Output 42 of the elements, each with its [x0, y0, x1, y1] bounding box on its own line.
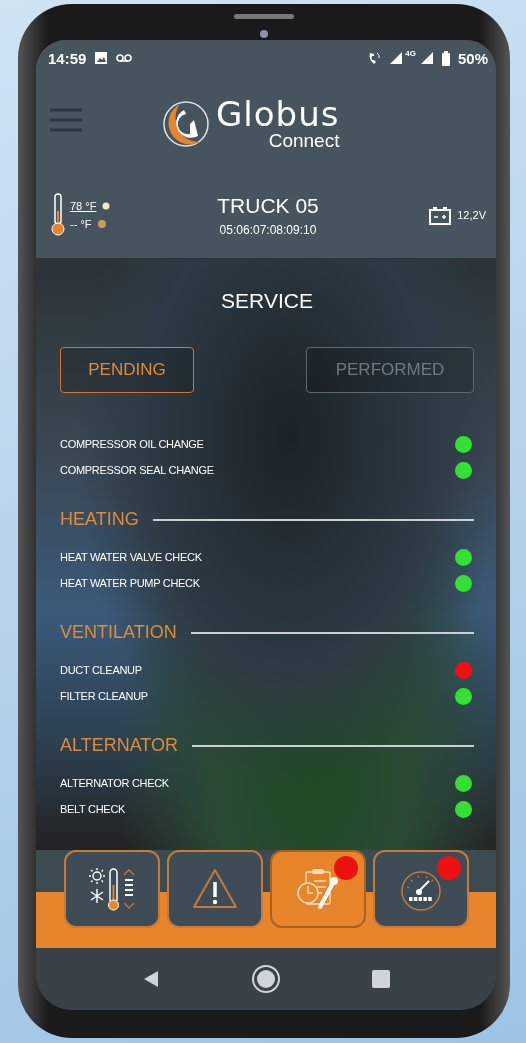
truck-name: TRUCK 05	[217, 193, 319, 218]
section-heading: VENTILATION	[60, 622, 177, 643]
battery-percent: 50%	[457, 49, 488, 67]
warning-icon[interactable]	[190, 867, 239, 911]
tab[interactable]: PENDING	[60, 347, 194, 393]
service-item: DUCT CLEANUP	[60, 664, 142, 676]
phone-call-icon	[367, 51, 382, 65]
service-item: BELT CHECK	[60, 803, 126, 815]
battery-icon	[441, 50, 450, 66]
nav-tab[interactable]	[269, 850, 366, 928]
nav-tab[interactable]	[166, 850, 263, 928]
section-heading: HEATING	[60, 509, 139, 530]
climate-control-icon[interactable]	[87, 867, 136, 911]
recents-button[interactable]	[372, 970, 391, 988]
nav-tab[interactable]	[63, 850, 160, 928]
thermometer-icon	[50, 193, 66, 237]
clock-time: 14:59	[48, 49, 87, 67]
inside-temperature: 78 °F	[70, 200, 97, 212]
battery-voltage: 12,2V	[457, 209, 486, 221]
service-item: FILTER CLEANUP	[60, 690, 148, 702]
service-item: HEAT WATER VALVE CHECK	[60, 551, 202, 563]
voicemail-icon	[116, 53, 133, 63]
signal-icon	[419, 51, 434, 65]
home-button[interactable]	[251, 964, 281, 994]
outside-temperature: -- °F	[70, 218, 92, 230]
camera-icon	[260, 30, 268, 38]
network-type: 4G	[405, 49, 416, 58]
image-icon	[94, 51, 109, 65]
service-item: COMPRESSOR SEAL CHANGE	[60, 464, 214, 476]
tab[interactable]: PERFORMED	[306, 347, 474, 393]
service-item: ALTERNATOR CHECK	[60, 777, 169, 789]
device-id: 05:06:07:08:09:10	[219, 222, 317, 237]
battery-icon	[429, 205, 452, 225]
logo-subtitle: Connect	[268, 131, 340, 151]
service-item: COMPRESSOR OIL CHANGE	[60, 438, 204, 450]
logo-name: Globus	[216, 97, 340, 131]
section-heading: ALTERNATOR	[60, 735, 179, 756]
signal-icon	[389, 51, 404, 65]
service-item: HEAT WATER PUMP CHECK	[60, 577, 200, 589]
page-title: SERVICE	[220, 289, 314, 313]
globe-logo-icon	[160, 98, 212, 150]
speaker-grille	[234, 14, 294, 19]
